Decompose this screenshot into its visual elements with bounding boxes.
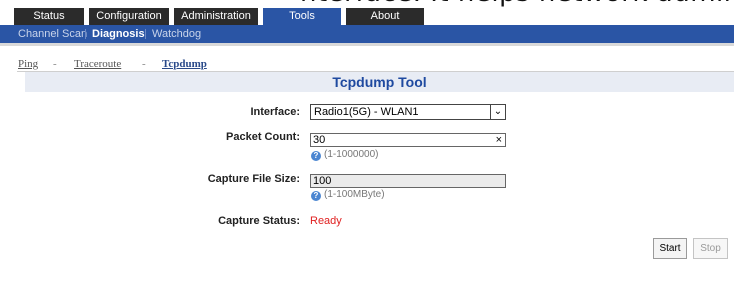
subnav-diagnosis[interactable]: Diagnosis [92,25,145,43]
tab-administration[interactable]: Administration [174,8,258,25]
tab-tools[interactable]: Tools [263,8,341,25]
start-button[interactable]: Start [653,238,687,259]
breadcrumb-traceroute[interactable]: Traceroute [74,58,121,70]
capture-status-value: Ready [310,215,342,227]
breadcrumb-ping[interactable]: Ping [18,58,38,70]
subnav-watchdog[interactable]: Watchdog [152,25,201,43]
info-icon: ? [311,151,321,161]
capture-file-size-label: Capture File Size: [207,173,300,185]
chevron-down-icon[interactable]: ⌄ [490,105,505,119]
capture-file-size-value: 100 [313,175,332,187]
capture-status-label: Capture Status: [218,215,300,227]
capture-file-size-input[interactable]: 100 [310,174,506,188]
tab-about[interactable]: About [346,8,424,25]
tab-status[interactable]: Status [14,8,84,25]
subnav-separator [145,29,146,39]
packet-count-value: 30 [313,134,326,146]
packet-count-label: Packet Count: [226,131,300,143]
packet-count-range: (1-1000000) [324,149,379,160]
breadcrumb-separator: - [53,58,57,70]
interface-label: Interface: [250,106,300,118]
interface-value: Radio1(5G) - WLAN1 [314,106,419,118]
interface-select[interactable]: Radio1(5G) - WLAN1 ⌄ [310,104,506,120]
top-banner: nterface. It helps network administrator… [0,0,734,8]
subnav-separator [85,29,86,39]
clear-icon[interactable]: × [496,134,502,146]
banner-text: nterface. It helps network administrator… [300,0,734,8]
packet-count-hint: ? (1-1000000) [311,149,378,161]
capture-file-size-hint: ? (1-100MByte) [311,189,385,201]
panel-title: Tcpdump Tool [25,72,734,92]
subnav-channel-scan[interactable]: Channel Scan [18,25,87,43]
stop-button[interactable]: Stop [693,238,728,259]
info-icon: ? [311,191,321,201]
tab-configuration[interactable]: Configuration [89,8,169,25]
main-nav: Status Configuration Administration Tool… [0,8,734,25]
sub-nav: Channel Scan Diagnosis Watchdog [0,25,734,46]
capture-file-size-range: (1-100MByte) [324,189,385,200]
breadcrumb-tcpdump[interactable]: Tcpdump [162,58,207,70]
packet-count-input[interactable]: 30 × [310,133,506,147]
breadcrumb-separator: - [142,58,146,70]
